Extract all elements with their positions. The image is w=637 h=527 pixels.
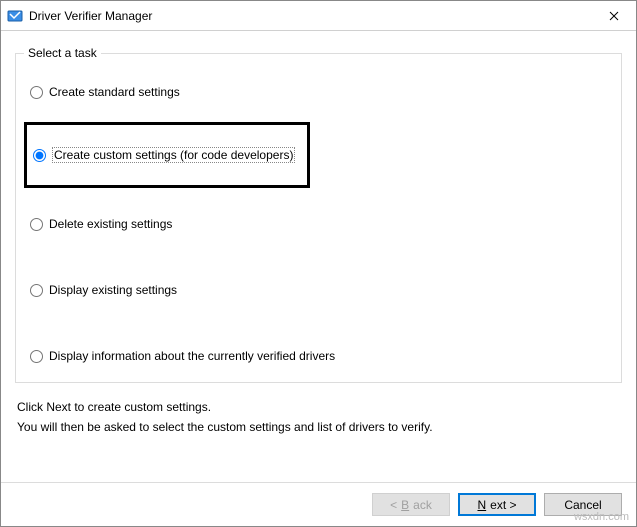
option-label: Create standard settings (49, 85, 180, 99)
instruction-line: Click Next to create custom settings. (17, 397, 620, 417)
instruction-line: You will then be asked to select the cus… (17, 417, 620, 437)
option-label: Display existing settings (49, 283, 177, 297)
window-title: Driver Verifier Manager (29, 9, 591, 23)
title-bar: Driver Verifier Manager (1, 1, 636, 31)
dialog-window: Driver Verifier Manager Select a task Cr… (0, 0, 637, 527)
content-area: Select a task Create standard settings C… (1, 31, 636, 482)
option-label: Delete existing settings (49, 217, 172, 231)
option-label: Display information about the currently … (49, 349, 335, 363)
radio-display-info[interactable] (30, 350, 43, 363)
app-icon (7, 8, 23, 24)
groupbox-legend: Select a task (24, 46, 101, 60)
radio-create-custom[interactable] (33, 149, 46, 162)
task-groupbox: Select a task Create standard settings C… (15, 53, 622, 383)
radio-create-standard[interactable] (30, 86, 43, 99)
button-bar: < Back Next > Cancel (1, 482, 636, 526)
highlight-box: Create custom settings (for code develop… (24, 122, 310, 188)
option-display-existing[interactable]: Display existing settings (30, 280, 177, 300)
option-display-info[interactable]: Display information about the currently … (30, 346, 335, 366)
instructions-text: Click Next to create custom settings. Yo… (17, 397, 620, 438)
option-label: Create custom settings (for code develop… (52, 147, 295, 163)
radio-delete-existing[interactable] (30, 218, 43, 231)
option-create-custom[interactable]: Create custom settings (for code develop… (33, 145, 295, 165)
cancel-button[interactable]: Cancel (544, 493, 622, 516)
option-delete-existing[interactable]: Delete existing settings (30, 214, 172, 234)
back-button: < Back (372, 493, 450, 516)
radio-display-existing[interactable] (30, 284, 43, 297)
option-create-standard[interactable]: Create standard settings (30, 82, 180, 102)
close-button[interactable] (591, 1, 636, 30)
next-button[interactable]: Next > (458, 493, 536, 516)
